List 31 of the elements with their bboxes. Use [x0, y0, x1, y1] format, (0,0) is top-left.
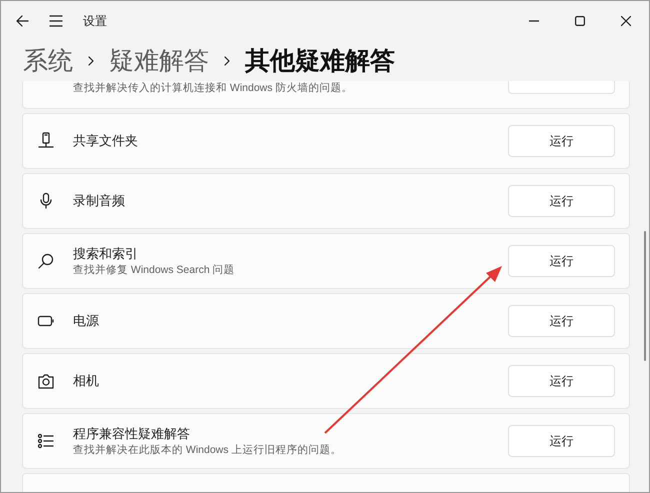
troubleshooter-description: 查找并解决传入的计算机连接和 Windows 防火墙的问题。	[73, 81, 352, 95]
breadcrumb-item[interactable]: 疑难解答	[109, 48, 209, 74]
troubleshooter-title: 搜索和索引	[73, 245, 139, 263]
troubleshooter-title: 电源	[73, 312, 99, 330]
run-button[interactable]: 运行	[508, 245, 615, 277]
shared-drive-icon	[37, 132, 55, 150]
window-title: 设置	[83, 13, 107, 30]
troubleshooter-description: 查找并解决在此版本的 Windows 上运行旧程序的问题。	[73, 443, 342, 457]
scrollbar-thumb[interactable]	[644, 231, 646, 361]
run-button[interactable]: 运行	[508, 425, 615, 457]
maximize-icon	[575, 16, 585, 26]
run-button[interactable]: 运行	[508, 185, 615, 217]
troubleshooter-title: 相机	[73, 372, 99, 390]
chevron-right-icon	[223, 55, 231, 67]
troubleshooter-title: 录制音频	[73, 192, 125, 210]
troubleshooter-title: 程序兼容性疑难解答	[73, 425, 191, 443]
close-icon	[621, 16, 631, 26]
breadcrumb-item[interactable]: 系统	[23, 48, 73, 74]
minimize-icon	[529, 20, 539, 22]
run-button[interactable]: 运行	[508, 365, 615, 397]
troubleshooter-title: 共享文件夹	[73, 132, 138, 150]
breadcrumb-item: 其他疑难解答	[245, 48, 395, 74]
troubleshooter-description: 查找并修复 Windows Search 问题	[73, 263, 235, 277]
run-button[interactable]: 运行	[508, 305, 615, 337]
chevron-right-icon	[87, 55, 95, 67]
menu-icon[interactable]	[49, 15, 63, 27]
camera-icon	[37, 372, 55, 390]
run-button[interactable]: 运行	[508, 125, 615, 157]
list-icon	[37, 432, 55, 450]
search-icon	[37, 252, 55, 270]
back-icon[interactable]	[15, 14, 29, 28]
